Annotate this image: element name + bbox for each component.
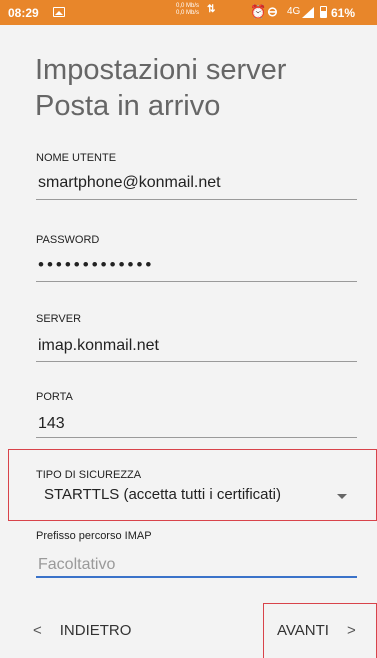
network-speed: 0,0 Mb/s 0,0 Mb/s bbox=[176, 3, 199, 17]
status-bar: 08:29 0,0 Mb/s 0,0 Mb/s ⇅ ⏰ ⊖ 4G 61% bbox=[0, 0, 377, 25]
username-field[interactable]: smartphone@konmail.net bbox=[38, 174, 221, 192]
server-underline bbox=[36, 361, 357, 362]
imap-prefix-label: Prefisso percorso IMAP bbox=[36, 530, 152, 542]
image-notification-icon bbox=[53, 7, 65, 17]
back-button[interactable]: < INDIETRO bbox=[33, 622, 131, 639]
password-field[interactable]: ••••••••••••• bbox=[38, 255, 154, 275]
network-type: 4G bbox=[287, 6, 301, 17]
battery-percent: 61% bbox=[331, 6, 356, 20]
next-label: AVANTI bbox=[277, 622, 329, 639]
imap-prefix-underline bbox=[36, 576, 357, 578]
battery-icon bbox=[320, 6, 327, 18]
username-label: NOME UTENTE bbox=[36, 152, 117, 164]
chevron-left-icon: < bbox=[33, 622, 42, 639]
signal-icon bbox=[302, 7, 314, 18]
password-underline bbox=[36, 281, 357, 282]
dropdown-arrow-icon[interactable] bbox=[337, 494, 347, 499]
alarm-icon: ⏰ bbox=[250, 4, 267, 19]
back-label: INDIETRO bbox=[59, 622, 132, 639]
server-field[interactable]: imap.konmail.net bbox=[38, 337, 159, 355]
imap-prefix-field[interactable]: Facoltativo bbox=[38, 556, 115, 574]
username-underline bbox=[36, 199, 357, 200]
data-arrows-icon: ⇅ bbox=[207, 4, 216, 15]
security-select[interactable]: STARTTLS (accetta tutti i certificati) bbox=[44, 486, 281, 503]
port-label: PORTA bbox=[36, 391, 73, 403]
speed-up: 0,0 Mb/s bbox=[176, 3, 200, 9]
port-underline bbox=[36, 437, 357, 438]
chevron-right-icon: > bbox=[346, 622, 356, 639]
page-title: Impostazioni server Posta in arrivo bbox=[35, 54, 287, 122]
next-button[interactable]: AVANTI > bbox=[277, 622, 356, 639]
port-field[interactable]: 143 bbox=[38, 415, 65, 433]
security-label: TIPO DI SICUREZZA bbox=[36, 469, 142, 481]
security-highlight-box bbox=[8, 449, 377, 521]
do-not-disturb-icon: ⊖ bbox=[267, 4, 278, 19]
password-label: PASSWORD bbox=[36, 234, 100, 246]
server-label: SERVER bbox=[36, 313, 82, 325]
speed-down: 0,0 Mb/s bbox=[176, 10, 200, 16]
status-time: 08:29 bbox=[8, 6, 39, 20]
